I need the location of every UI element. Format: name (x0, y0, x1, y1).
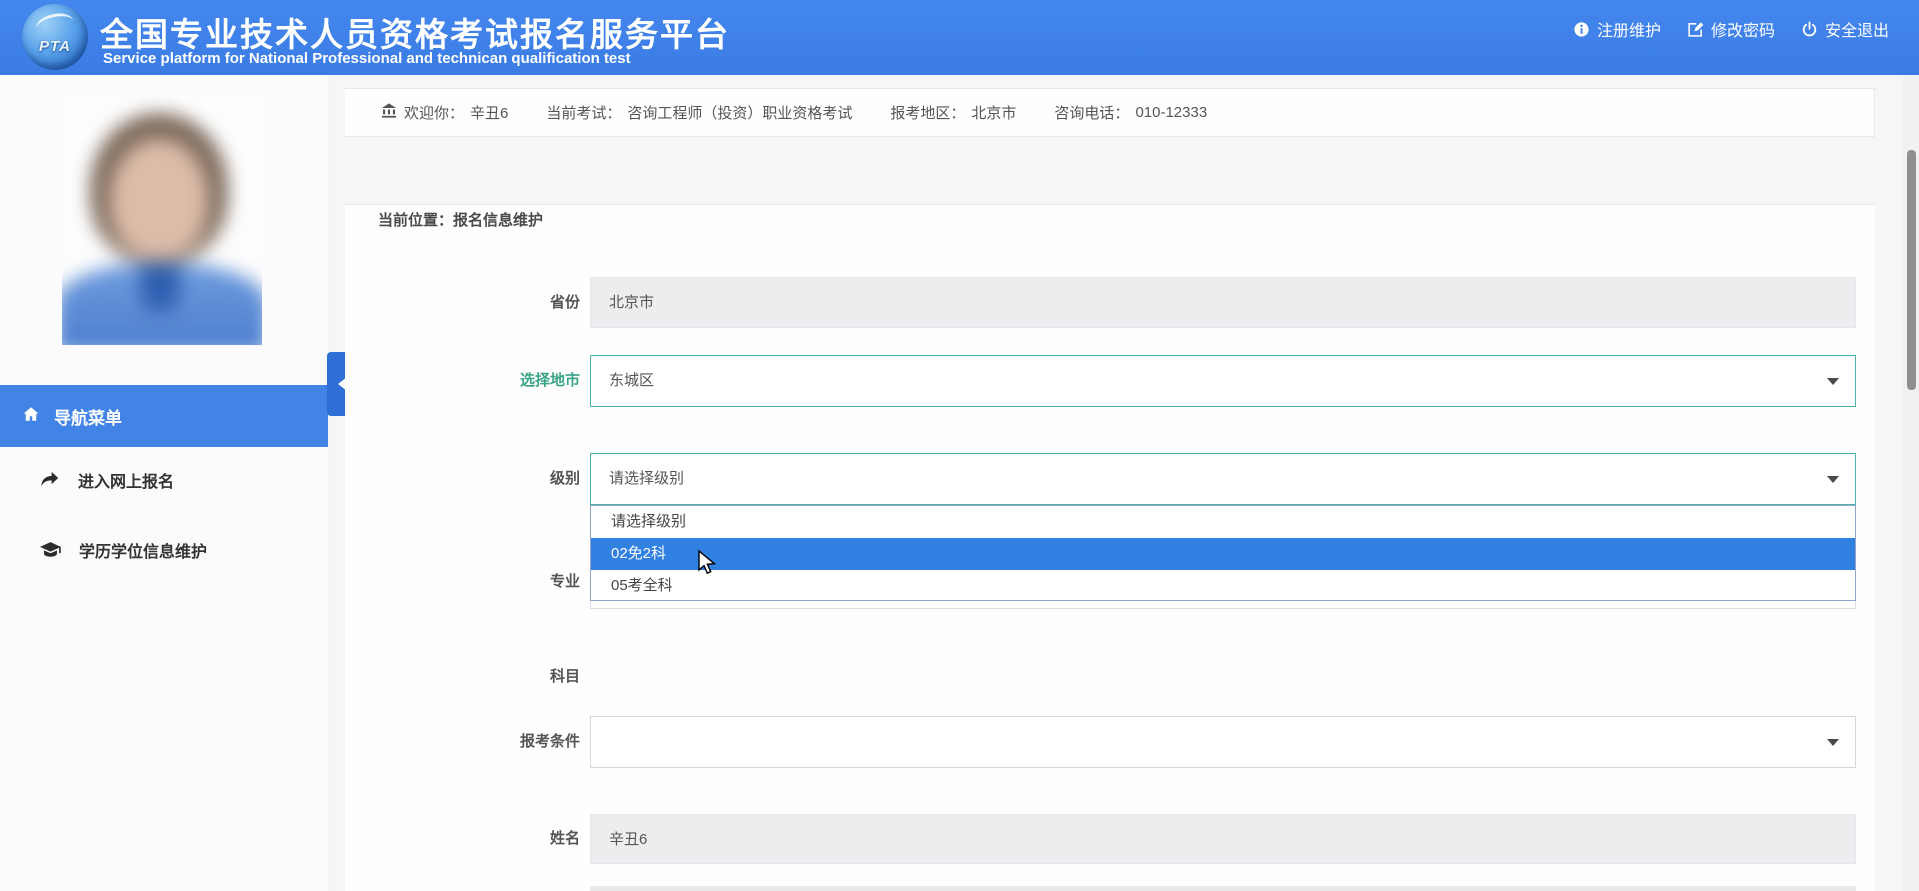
current-exam: 当前考试： 咨询工程师（投资）职业资格考试 (546, 102, 852, 123)
register-maintain-label: 注册维护 (1597, 17, 1661, 41)
current-exam-value: 咨询工程师（投资）职业资格考试 (627, 102, 852, 123)
level-select[interactable]: 请选择级别 (590, 453, 1856, 505)
hotline-label: 咨询电话： (1054, 102, 1129, 123)
enter-arrow-icon (40, 471, 60, 489)
breadcrumb: 当前位置：报名信息维护 (378, 209, 543, 230)
city-value: 东城区 (609, 372, 654, 389)
hotline-value: 010-12333 (1135, 104, 1207, 121)
name-value: 辛丑6 (609, 831, 647, 848)
current-exam-label: 当前考试： (546, 102, 621, 123)
change-password-label: 修改密码 (1711, 17, 1775, 41)
province-label: 省份 (380, 293, 580, 313)
home-icon (22, 405, 40, 428)
exam-region-label: 报考地区： (890, 102, 965, 123)
chevron-down-icon (1827, 378, 1839, 385)
edit-icon (1687, 21, 1704, 38)
level-label: 级别 (380, 469, 580, 489)
change-password-link[interactable]: 修改密码 (1687, 17, 1775, 41)
next-field-peek (590, 886, 1856, 891)
graduation-cap-icon (40, 541, 61, 559)
sidebar-item-label: 学历学位信息维护 (79, 538, 207, 562)
page: PTA 全国专业技术人员资格考试报名服务平台 Service platform … (0, 0, 1919, 891)
city-select[interactable]: 东城区 (590, 355, 1856, 407)
app-title: 全国专业技术人员资格考试报名服务平台 (100, 8, 730, 56)
level-dropdown-list: 请选择级别 02免2科 05考全科 (590, 505, 1856, 601)
city-label: 选择地市 (380, 371, 580, 391)
province-field: 北京市 (590, 277, 1856, 328)
sidebar-item-education-info[interactable]: 学历学位信息维护 (0, 533, 328, 567)
scrollbar-thumb[interactable] (1907, 150, 1916, 390)
level-option-placeholder[interactable]: 请选择级别 (591, 506, 1855, 538)
level-option-full[interactable]: 05考全科 (591, 570, 1855, 602)
user-photo (62, 95, 262, 345)
welcome-username: 辛丑6 (470, 102, 508, 123)
info-icon (1573, 21, 1590, 38)
hotline: 咨询电话： 010-12333 (1054, 102, 1207, 123)
subject-label: 科目 (380, 667, 580, 687)
sidebar-item-label: 进入网上报名 (78, 468, 174, 492)
chevron-down-icon (1827, 739, 1839, 746)
nav-menu-title: 导航菜单 (54, 404, 122, 429)
condition-label: 报考条件 (380, 732, 580, 752)
chevron-down-icon (1827, 476, 1839, 483)
welcome-bar: 欢迎你： 辛丑6 当前考试： 咨询工程师（投资）职业资格考试 报考地区： 北京市 咨询… (345, 88, 1875, 137)
condition-select[interactable] (590, 716, 1856, 768)
logo-swoosh (34, 10, 76, 39)
mouse-cursor-icon (698, 550, 720, 581)
welcome-user: 欢迎你： 辛丑6 (380, 102, 508, 123)
pta-logo-icon: PTA (22, 4, 88, 70)
name-label: 姓名 (380, 829, 580, 849)
exam-region: 报考地区： 北京市 (890, 102, 1016, 123)
sidebar: 导航菜单 进入网上报名 学历学位信息维护 (0, 75, 330, 891)
safe-logout-link[interactable]: 安全退出 (1801, 17, 1889, 41)
level-option-exempt2[interactable]: 02免2科 (591, 538, 1855, 570)
name-field: 辛丑6 (590, 814, 1856, 864)
exam-region-value: 北京市 (971, 102, 1016, 123)
app-subtitle: Service platform for National Profession… (103, 50, 631, 67)
welcome-label: 欢迎你： (404, 102, 464, 123)
level-value: 请选择级别 (609, 470, 684, 487)
register-maintain-link[interactable]: 注册维护 (1573, 17, 1661, 41)
province-value: 北京市 (609, 294, 654, 311)
major-label: 专业 (380, 572, 580, 592)
logo-text: PTA (22, 38, 88, 55)
app-header: PTA 全国专业技术人员资格考试报名服务平台 Service platform … (0, 0, 1919, 75)
nav-menu-header: 导航菜单 (0, 385, 328, 447)
power-icon (1801, 21, 1818, 38)
safe-logout-label: 安全退出 (1825, 17, 1889, 41)
sidebar-item-enter-registration[interactable]: 进入网上报名 (0, 463, 328, 497)
bank-icon (380, 102, 398, 123)
header-links: 注册维护 修改密码 安全退出 (1573, 0, 1889, 58)
user-photo-blur (62, 95, 262, 345)
